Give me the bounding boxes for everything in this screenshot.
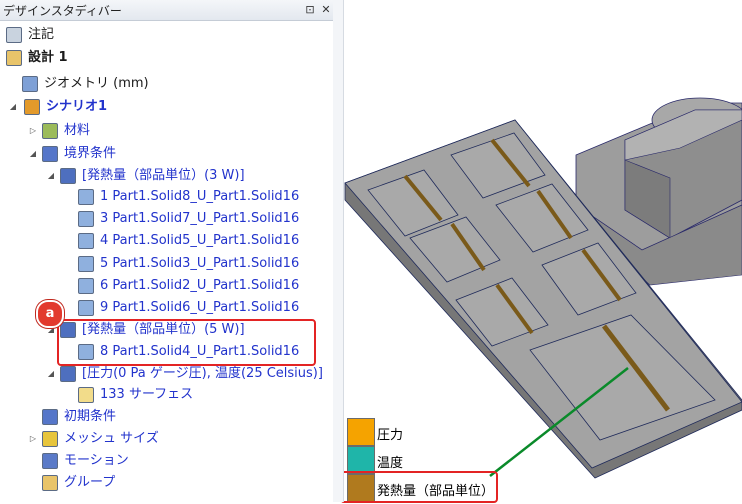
tree-item[interactable]: 設計 1 <box>0 47 320 69</box>
tree-item[interactable]: ◢ [圧力(0 Pa ゲージ圧), 温度(25 Celsius)] <box>0 363 323 385</box>
note-icon <box>6 27 22 43</box>
pin-button[interactable]: ⊡ <box>302 1 318 18</box>
tree-item-label: ジオメトリ (mm) <box>44 76 149 91</box>
tree-item-label: 4 Part1.Solid5_U_Part1.Solid16 <box>100 233 300 248</box>
tree-item-label: [圧力(0 Pa ゲージ圧), 温度(25 Celsius)] <box>82 366 323 381</box>
tree-item[interactable]: ▷ 材料 <box>0 120 320 142</box>
tree-item-label: シナリオ1 <box>46 99 108 114</box>
tree-item-label: グループ <box>64 475 116 490</box>
tree-item-label: モーション <box>64 453 129 468</box>
highlight-box-a <box>57 319 316 366</box>
part-icon <box>78 211 94 227</box>
tree-item[interactable]: 初期条件 <box>0 406 320 428</box>
tree-item-label: 材料 <box>64 123 91 138</box>
part-icon <box>78 300 94 316</box>
design-folder-icon <box>6 50 22 66</box>
scenario-icon <box>24 99 40 115</box>
tree-item[interactable]: 4 Part1.Solid5_U_Part1.Solid16 <box>0 230 320 252</box>
collapse-arrow-icon[interactable]: ◢ <box>46 363 56 385</box>
legend-label: 温度 <box>377 456 404 471</box>
heat-load-icon <box>60 168 76 184</box>
material-icon <box>42 123 58 139</box>
tree-item-label: 境界条件 <box>64 146 117 161</box>
part-icon <box>78 278 94 294</box>
collapse-arrow-icon[interactable]: ◢ <box>8 96 18 118</box>
group-icon <box>42 475 58 491</box>
tree-item-label: 1 Part1.Solid8_U_Part1.Solid16 <box>100 189 300 204</box>
tree-item[interactable]: ▷ メッシュ サイズ <box>0 428 320 450</box>
collapse-arrow-icon[interactable]: ◢ <box>28 143 38 165</box>
part-icon <box>78 233 94 249</box>
close-button[interactable]: ✕ <box>318 1 333 18</box>
tree-item-label: 設計 1 <box>28 50 68 65</box>
tree-item[interactable]: 133 サーフェス <box>0 384 320 406</box>
collapse-arrow-icon[interactable]: ◢ <box>46 165 56 187</box>
tree-item-label: 5 Part1.Solid3_U_Part1.Solid16 <box>100 256 300 271</box>
design-study-bar: デザインスタディバー ⊡ ✕ 注記設計 1 ジオメトリ (mm) ◢ シナリオ1 ▷ 材料… <box>0 0 334 502</box>
tree-item[interactable]: ◢ 境界条件 <box>0 143 320 165</box>
expand-arrow-icon[interactable]: ▷ <box>28 120 38 142</box>
tree-item[interactable]: 1 Part1.Solid8_U_Part1.Solid16 <box>0 186 320 208</box>
part-icon <box>78 256 94 272</box>
expand-arrow-icon[interactable]: ▷ <box>28 428 38 450</box>
pressure-load-icon <box>60 366 76 382</box>
boundary-icon <box>42 146 58 162</box>
tree-item-label: 133 サーフェス <box>100 387 194 402</box>
tree-item-label: 注記 <box>28 27 55 42</box>
geometry-icon <box>22 76 38 92</box>
tree-item[interactable]: ジオメトリ (mm) <box>0 73 320 95</box>
callout-a: a <box>36 300 64 328</box>
tree-item[interactable]: グループ <box>0 472 320 494</box>
tree-item-label: 6 Part1.Solid2_U_Part1.Solid16 <box>100 278 300 293</box>
highlight-box-b <box>340 471 498 503</box>
panel-splitter[interactable] <box>333 0 344 502</box>
initial-condition-icon <box>42 409 58 425</box>
mesh-icon <box>42 431 58 447</box>
pressure-swatch <box>347 418 375 446</box>
part-icon <box>78 189 94 205</box>
tree-item[interactable]: 6 Part1.Solid2_U_Part1.Solid16 <box>0 275 320 297</box>
tree-item[interactable]: 5 Part1.Solid3_U_Part1.Solid16 <box>0 253 320 275</box>
temperature-swatch <box>347 446 375 474</box>
tree-item[interactable]: モーション <box>0 450 320 472</box>
tree-item-label: 3 Part1.Solid7_U_Part1.Solid16 <box>100 211 300 226</box>
panel-titlebar: デザインスタディバー ⊡ ✕ <box>0 0 333 21</box>
tree-item[interactable]: ◢ [発熱量（部品単位）(3 W)] <box>0 165 320 187</box>
tree-item-label: [発熱量（部品単位）(3 W)] <box>82 168 245 183</box>
legend-label: 圧力 <box>377 428 404 443</box>
tree-item-label: 初期条件 <box>64 409 117 424</box>
panel-title: デザインスタディバー <box>3 4 122 18</box>
tree-item[interactable]: ◢ シナリオ1 <box>0 96 320 118</box>
surface-icon <box>78 387 94 403</box>
tree-item-label: 9 Part1.Solid6_U_Part1.Solid16 <box>100 300 300 315</box>
tree-item-label: メッシュ サイズ <box>64 431 159 446</box>
tree-item[interactable]: 3 Part1.Solid7_U_Part1.Solid16 <box>0 208 320 230</box>
tree-item[interactable]: 注記 <box>0 24 320 46</box>
motion-icon <box>42 453 58 469</box>
